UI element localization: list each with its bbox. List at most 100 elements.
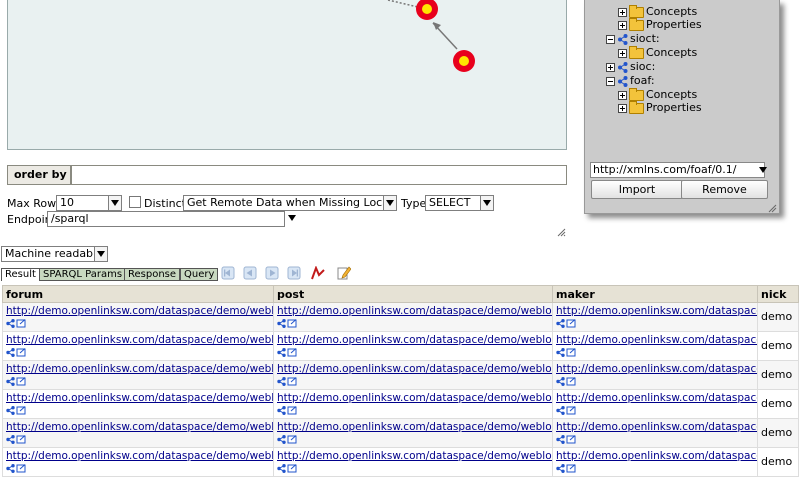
uri-link[interactable]: http://demo.openlinksw.com/dataspace/dem… bbox=[6, 392, 273, 404]
uri-link[interactable]: http://demo.openlinksw.com/dataspace/dem… bbox=[277, 363, 552, 375]
link-actions-icon[interactable] bbox=[556, 319, 578, 328]
column-header-post[interactable]: post bbox=[273, 285, 553, 303]
order-by-button[interactable]: order by bbox=[7, 165, 71, 185]
tree-item[interactable]: Properties bbox=[618, 100, 702, 114]
tree-item-label: Concepts bbox=[646, 88, 698, 101]
collapse-icon[interactable] bbox=[606, 76, 615, 86]
tree-item[interactable]: Concepts bbox=[618, 4, 697, 18]
uri-link[interactable]: http://demo.openlinksw.com/dataspace/dem… bbox=[6, 305, 273, 317]
resize-grip-icon[interactable] bbox=[768, 204, 777, 213]
graph-node[interactable] bbox=[453, 50, 475, 72]
link-actions-icon[interactable] bbox=[6, 406, 28, 415]
link-actions-icon[interactable] bbox=[556, 464, 578, 473]
uri-link[interactable]: http://demo.openlinksw.com/dataspace/dem… bbox=[6, 363, 273, 375]
cell-nick: demo bbox=[757, 389, 799, 419]
remove-button[interactable]: Remove bbox=[681, 180, 768, 199]
graph-svg bbox=[387, 0, 475, 72]
expand-icon[interactable] bbox=[618, 103, 627, 113]
tree-item[interactable]: sioc: bbox=[606, 60, 655, 73]
uri-link[interactable]: http://demo.openlinksw.com/dataspace bbox=[556, 305, 757, 317]
resize-grip-icon[interactable] bbox=[557, 228, 566, 237]
link-actions-icon[interactable] bbox=[6, 377, 28, 386]
link-actions-icon[interactable] bbox=[277, 435, 299, 444]
expand-icon[interactable] bbox=[606, 62, 615, 72]
link-actions-icon[interactable] bbox=[277, 319, 299, 328]
expand-icon[interactable] bbox=[618, 90, 627, 100]
link-actions-icon[interactable] bbox=[556, 348, 578, 357]
tree-item[interactable]: Concepts bbox=[618, 45, 697, 59]
max-rows-label: Max Rows bbox=[7, 197, 62, 210]
order-by-input[interactable] bbox=[71, 165, 567, 185]
tree-item[interactable]: sioct: bbox=[606, 32, 660, 45]
column-header-maker[interactable]: maker bbox=[552, 285, 758, 303]
uri-link[interactable]: http://demo.openlinksw.com/dataspace/dem… bbox=[277, 392, 552, 404]
cell-nick: demo bbox=[757, 331, 799, 361]
edit-pencil-icon[interactable] bbox=[337, 266, 351, 280]
graph-view-icon[interactable] bbox=[311, 266, 325, 280]
link-actions-icon[interactable] bbox=[6, 319, 28, 328]
graph-canvas[interactable] bbox=[7, 0, 567, 150]
previous-page-icon[interactable] bbox=[243, 266, 257, 280]
tab-result[interactable]: Result bbox=[1, 268, 40, 281]
link-actions-icon[interactable] bbox=[6, 435, 28, 444]
namespace-dropdown-icon[interactable] bbox=[759, 167, 767, 173]
uri-link[interactable]: http://demo.openlinksw.com/dataspace/dem… bbox=[277, 450, 552, 462]
distinct-checkbox[interactable] bbox=[129, 196, 141, 208]
link-actions-icon[interactable] bbox=[556, 406, 578, 415]
table-row: http://demo.openlinksw.com/dataspace/dem… bbox=[2, 331, 799, 361]
tree-item-label: sioct: bbox=[630, 32, 660, 45]
link-actions-icon[interactable] bbox=[556, 435, 578, 444]
link-actions-icon[interactable] bbox=[277, 464, 299, 473]
collapse-icon[interactable] bbox=[606, 34, 615, 44]
first-page-icon[interactable] bbox=[221, 266, 235, 280]
cell-maker: http://demo.openlinksw.com/dataspace bbox=[552, 360, 758, 390]
tree-item[interactable]: foaf: bbox=[606, 74, 655, 87]
graph-node[interactable] bbox=[416, 0, 438, 20]
query-type-select[interactable]: SELECT bbox=[425, 195, 494, 211]
last-page-icon[interactable] bbox=[287, 266, 301, 280]
tab-sparql-params[interactable]: SPARQL Params bbox=[39, 268, 127, 281]
column-header-nick[interactable]: nick bbox=[757, 285, 799, 303]
link-actions-icon[interactable] bbox=[6, 464, 28, 473]
uri-link[interactable]: http://demo.openlinksw.com/dataspace/dem… bbox=[277, 334, 552, 346]
uri-link[interactable]: http://demo.openlinksw.com/dataspace/dem… bbox=[277, 305, 552, 317]
tree-item-label: Properties bbox=[646, 18, 702, 31]
next-page-icon[interactable] bbox=[265, 266, 279, 280]
format-select[interactable]: Machine readable bbox=[1, 246, 108, 262]
uri-link[interactable]: http://demo.openlinksw.com/dataspace/dem… bbox=[6, 450, 273, 462]
tree-item[interactable]: Properties bbox=[618, 17, 702, 31]
uri-link[interactable]: http://demo.openlinksw.com/dataspace bbox=[556, 334, 757, 346]
remote-data-select[interactable]: Get Remote Data when Missing Locally bbox=[183, 195, 397, 211]
endpoint-input[interactable]: /sparql bbox=[47, 211, 285, 227]
uri-link[interactable]: http://demo.openlinksw.com/dataspace bbox=[556, 421, 757, 433]
expand-icon[interactable] bbox=[618, 20, 627, 30]
uri-link[interactable]: http://demo.openlinksw.com/dataspace bbox=[556, 363, 757, 375]
order-by-row: order by bbox=[7, 165, 567, 185]
import-button[interactable]: Import bbox=[591, 180, 683, 199]
tree-item[interactable]: Concepts bbox=[618, 87, 698, 101]
expand-icon[interactable] bbox=[618, 48, 627, 58]
table-row: http://demo.openlinksw.com/dataspace/dem… bbox=[2, 302, 799, 332]
tab-query[interactable]: Query bbox=[180, 268, 219, 281]
endpoint-dropdown-icon[interactable] bbox=[288, 215, 296, 221]
link-actions-icon[interactable] bbox=[556, 377, 578, 386]
link-actions-icon[interactable] bbox=[277, 348, 299, 357]
max-rows-select[interactable]: 10 bbox=[56, 195, 122, 211]
link-actions-icon[interactable] bbox=[277, 406, 299, 415]
max-rows-value: 10 bbox=[60, 196, 74, 209]
namespace-uri-input[interactable]: http://xmlns.com/foaf/0.1/ bbox=[590, 162, 765, 178]
link-actions-icon[interactable] bbox=[6, 348, 28, 357]
tab-response[interactable]: Response bbox=[124, 268, 181, 281]
cell-forum: http://demo.openlinksw.com/dataspace/dem… bbox=[2, 418, 274, 448]
cell-post: http://demo.openlinksw.com/dataspace/dem… bbox=[273, 389, 553, 419]
uri-link[interactable]: http://demo.openlinksw.com/dataspace bbox=[556, 450, 757, 462]
uri-link[interactable]: http://demo.openlinksw.com/dataspace/dem… bbox=[6, 334, 273, 346]
link-actions-icon[interactable] bbox=[277, 377, 299, 386]
uri-link[interactable]: http://demo.openlinksw.com/dataspace/dem… bbox=[277, 421, 552, 433]
namespace-panel: Concepts Properties sioct: Concepts sioc… bbox=[584, 0, 780, 214]
expand-icon[interactable] bbox=[618, 7, 627, 17]
uri-link[interactable]: http://demo.openlinksw.com/dataspace bbox=[556, 392, 757, 404]
uri-link[interactable]: http://demo.openlinksw.com/dataspace/dem… bbox=[6, 421, 273, 433]
column-header-forum[interactable]: forum bbox=[2, 285, 274, 303]
distinct-label: Distinct bbox=[144, 197, 186, 210]
